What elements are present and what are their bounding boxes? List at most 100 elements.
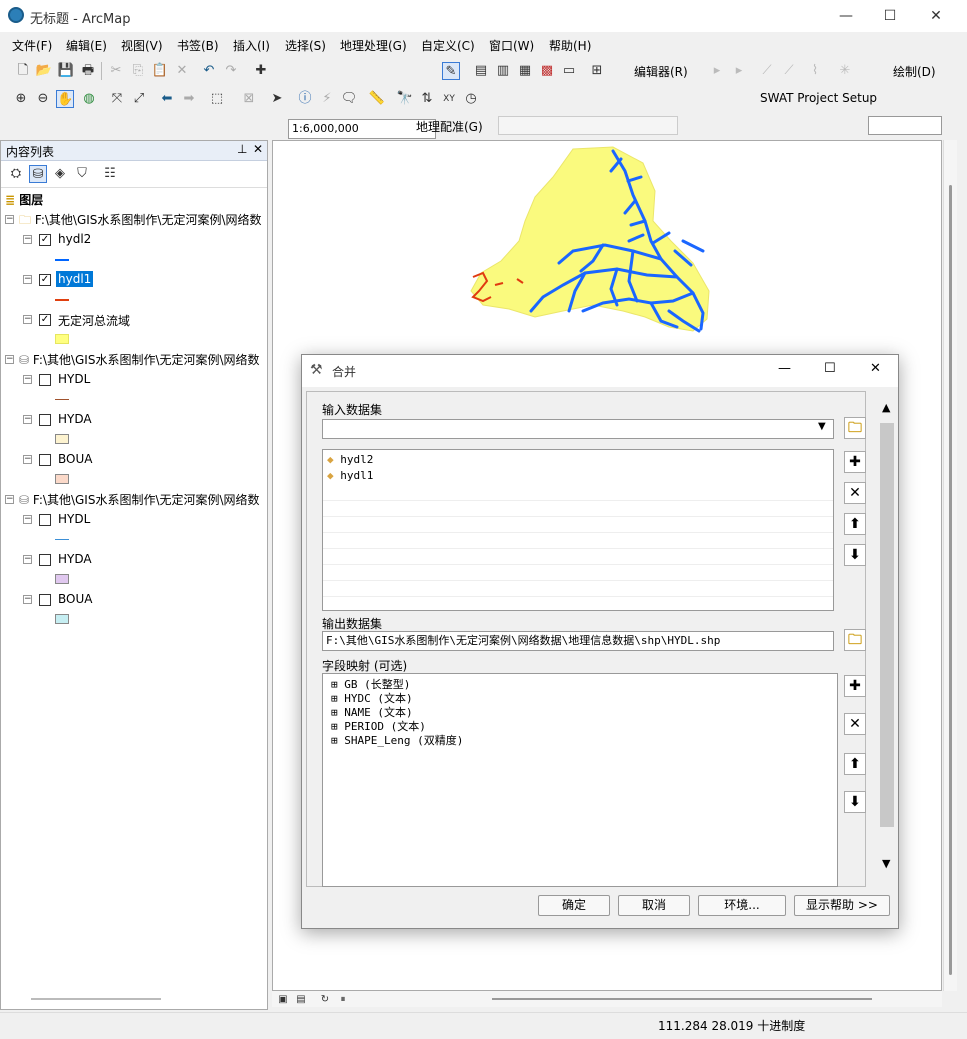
georef-layer-dropdown[interactable] (498, 116, 678, 135)
polygon-symbol[interactable] (55, 434, 69, 444)
layer-visibility-checkbox[interactable] (39, 414, 51, 426)
print-icon[interactable]: 🖶 (79, 62, 97, 80)
layer-visibility-checkbox[interactable]: ✓ (39, 234, 51, 246)
layer-visibility-checkbox[interactable] (39, 374, 51, 386)
list-by-selection-icon[interactable]: ⛉ (73, 165, 91, 183)
clear-selection-icon[interactable]: ⊠ (240, 90, 258, 108)
time-slider-icon[interactable]: ◷ (462, 90, 480, 108)
field-map-tree[interactable]: ⊞ GB (长整型) ⊞ HYDC (文本) ⊞ NAME (文本) ⊞ PER… (322, 673, 838, 887)
pin-icon[interactable]: ⊥ (237, 142, 247, 156)
fixed-zoom-in-icon[interactable]: ⤧ (108, 90, 126, 108)
dialog-minimize-icon[interactable]: — (778, 361, 791, 376)
model-builder-icon[interactable]: ⊞ (588, 62, 606, 80)
polygon-symbol[interactable] (55, 334, 69, 344)
straight-segment-icon[interactable]: ⟋ (758, 62, 776, 80)
show-help-button[interactable]: 显示帮助 >> (794, 895, 890, 916)
remove-item-icon[interactable]: ✕ (844, 482, 866, 504)
scroll-thumb[interactable] (880, 423, 894, 827)
copy-icon[interactable]: ⎘ (129, 62, 147, 80)
layer-collapse-icon[interactable]: − (23, 375, 32, 384)
full-extent-icon[interactable]: ◍ (80, 90, 98, 108)
zoom-in-icon[interactable]: ⊕ (12, 90, 30, 108)
cut-icon[interactable]: ✂ (107, 62, 125, 80)
editor-menu[interactable]: 编辑器(R) (634, 63, 688, 80)
layer-collapse-icon[interactable]: − (23, 515, 32, 524)
menu-edit[interactable]: 编辑(E) (66, 37, 107, 54)
go-to-xy-icon[interactable]: XY (440, 90, 458, 108)
new-document-icon[interactable]: 🗋 (14, 62, 32, 80)
layer-collapse-icon[interactable]: − (23, 555, 32, 564)
browse-output-icon[interactable]: 🗀 (844, 629, 866, 651)
layer-visibility-checkbox[interactable] (39, 454, 51, 466)
options-icon[interactable]: ☷ (101, 165, 119, 183)
menu-help[interactable]: 帮助(H) (549, 37, 591, 54)
layer-collapse-icon[interactable]: − (23, 415, 32, 424)
edit-annotation-icon[interactable]: ▸ (730, 62, 748, 80)
layer-collapse-icon[interactable]: − (23, 455, 32, 464)
ok-button[interactable]: 确定 (538, 895, 610, 916)
select-elements-icon[interactable]: ➤ (268, 90, 286, 108)
georef-text-input[interactable] (868, 116, 942, 135)
swat-project-setup-menu[interactable]: SWAT Project Setup (760, 91, 877, 105)
expand-icon[interactable]: ⊞ (331, 734, 338, 747)
field-move-down-icon[interactable]: ⬇ (844, 791, 866, 813)
layout-view-icon[interactable]: ▤ (292, 991, 310, 1009)
menu-bookmarks[interactable]: 书签(B) (177, 37, 219, 54)
layer-collapse-icon[interactable]: − (23, 315, 32, 324)
measure-icon[interactable]: 📏 (368, 90, 386, 108)
add-item-icon[interactable]: ✚ (844, 451, 866, 473)
maximize-icon[interactable]: ☐ (880, 6, 900, 26)
layer-visibility-checkbox[interactable]: ✓ (39, 274, 51, 286)
menu-windows[interactable]: 窗口(W) (489, 37, 534, 54)
line-symbol[interactable] (55, 399, 69, 400)
group-collapse-icon[interactable]: − (5, 495, 14, 504)
layer-collapse-icon[interactable]: − (23, 275, 32, 284)
fixed-zoom-out-icon[interactable]: ⤢ (130, 90, 148, 108)
python-window-icon[interactable]: ▭ (560, 62, 578, 80)
layers-root[interactable]: ≣ 图层 (5, 191, 43, 208)
save-icon[interactable]: 💾 (57, 62, 75, 80)
group-folder[interactable]: 🗀 F:\其他\GIS水系图制作\无定河案例\网络数 (19, 211, 262, 232)
group-collapse-icon[interactable]: − (5, 215, 14, 224)
menu-geoprocessing[interactable]: 地理处理(G) (340, 37, 407, 54)
dialog-maximize-icon[interactable]: ☐ (824, 361, 836, 376)
layer-visibility-checkbox[interactable] (39, 554, 51, 566)
find-route-icon[interactable]: ⇅ (418, 90, 436, 108)
output-dataset-field[interactable]: F:\其他\GIS水系图制作\无定河案例\网络数据\地理信息数据\shp\HYD… (322, 631, 834, 651)
browse-input-icon[interactable]: 🗀 (844, 417, 866, 439)
find-icon[interactable]: 🔭 (396, 90, 414, 108)
table-of-contents-icon[interactable]: ▤ (472, 62, 490, 80)
field-move-up-icon[interactable]: ⬆ (844, 753, 866, 775)
list-by-source-icon[interactable]: ⛁ (29, 165, 47, 183)
hyperlink-icon[interactable]: ⚡ (318, 90, 336, 108)
group-database[interactable]: ⛁ F:\其他\GIS水系图制作\无定河案例\网络数 (19, 491, 260, 508)
select-features-icon[interactable]: ⬚ (208, 90, 226, 108)
layer-collapse-icon[interactable]: − (23, 235, 32, 244)
layer-name[interactable]: 无定河总流域 (58, 312, 130, 329)
layer-name[interactable]: BOUA (58, 592, 92, 606)
map-vertical-scrollbar[interactable] (943, 140, 957, 991)
open-icon[interactable]: 📂 (35, 62, 53, 80)
scroll-up-icon[interactable]: ▲ (882, 401, 890, 414)
layer-name[interactable]: hydl2 (58, 232, 91, 246)
move-up-icon[interactable]: ⬆ (844, 513, 866, 535)
dialog-close-icon[interactable]: ✕ (870, 361, 881, 376)
layer-name-selected[interactable]: hydl1 (56, 271, 94, 287)
dialog-scrollbar[interactable]: ▲ ▼ (880, 401, 894, 877)
list-item[interactable]: ◆ hydl1 (327, 469, 373, 482)
pan-icon[interactable]: ✋ (56, 90, 74, 108)
georeferencing-menu[interactable]: 地理配准(G) (416, 118, 483, 135)
input-datasets-list[interactable]: ◆ hydl2 ◆ hydl1 (322, 449, 834, 611)
cancel-button[interactable]: 取消 (618, 895, 690, 916)
menu-insert[interactable]: 插入(I) (233, 37, 270, 54)
identify-icon[interactable]: ⓘ (296, 90, 314, 108)
end-point-arc-icon[interactable]: ⟋ (780, 62, 798, 80)
delete-icon[interactable]: ✕ (173, 62, 191, 80)
undo-icon[interactable]: ↶ (200, 62, 218, 80)
html-popup-icon[interactable]: 🗨 (340, 90, 358, 108)
pause-drawing-icon[interactable]: ⏸ (334, 991, 352, 1009)
menu-customize[interactable]: 自定义(C) (421, 37, 475, 54)
menu-file[interactable]: 文件(F) (12, 37, 52, 54)
layer-name[interactable]: HYDA (58, 552, 92, 566)
catalog-icon[interactable]: ▥ (494, 62, 512, 80)
